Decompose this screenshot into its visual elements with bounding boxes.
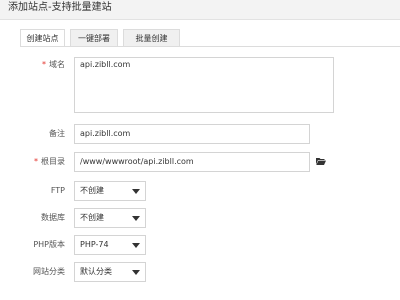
ftp-select-value: 不创建 [80,186,104,195]
tab-batch-create[interactable]: 批量创建 [123,29,180,47]
remark-input[interactable]: api.zibll.com [74,124,310,144]
ftp-label: FTP [50,186,65,195]
folder-open-icon[interactable] [316,157,326,165]
tab-create-site[interactable]: 创建站点 [20,29,65,47]
chevron-down-icon [132,189,140,194]
site-category-select[interactable]: 默认分类 [74,262,146,282]
domain-label: * 域名 [42,60,65,69]
database-select-value: 不创建 [80,213,104,222]
php-version-select[interactable]: PHP-74 [74,235,146,255]
chevron-down-icon [132,216,140,221]
ftp-select[interactable]: 不创建 [74,181,146,201]
root-dir-input[interactable]: /www/wwwroot/api.zibll.com [74,152,310,172]
required-marker: * [42,60,46,69]
remark-label: 备注 [49,129,65,138]
dialog-title: 添加站点-支持批量建站 [8,2,112,13]
dialog-title-bar: 添加站点-支持批量建站 [0,0,400,20]
site-category-label: 网站分类 [33,267,65,276]
tab-divider [20,46,400,47]
site-category-select-value: 默认分类 [80,267,112,276]
root-dir-label: * 根目录 [34,157,65,166]
domain-textarea[interactable]: api.zibll.com [74,57,334,113]
php-version-select-value: PHP-74 [80,240,109,249]
database-label: 数据库 [41,213,65,222]
tab-one-click-deploy[interactable]: 一键部署 [70,29,118,47]
database-select[interactable]: 不创建 [74,208,146,228]
php-version-label: PHP版本 [33,240,65,249]
chevron-down-icon [132,243,140,248]
chevron-down-icon [132,270,140,275]
required-marker: * [34,157,38,166]
